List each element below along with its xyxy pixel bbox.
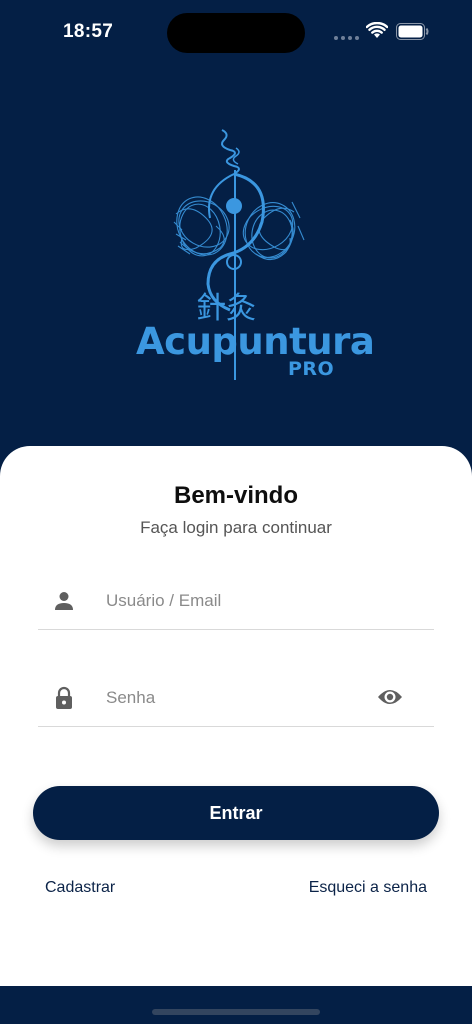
status-time: 18:57 bbox=[63, 21, 114, 42]
login-button[interactable]: Entrar bbox=[33, 786, 439, 840]
password-field bbox=[38, 669, 434, 727]
home-indicator bbox=[152, 1009, 320, 1015]
forgot-password-link[interactable]: Esqueci a senha bbox=[309, 879, 427, 897]
username-field bbox=[38, 572, 434, 630]
login-card: Bem-vindo Faça login para continuar Entr… bbox=[0, 446, 472, 986]
username-input[interactable] bbox=[106, 586, 356, 616]
page-subtitle: Faça login para continuar bbox=[140, 518, 332, 537]
battery-icon bbox=[396, 23, 429, 40]
dynamic-island bbox=[167, 13, 305, 53]
eye-icon[interactable] bbox=[376, 685, 404, 709]
brand-name: Acupuntura bbox=[136, 320, 375, 363]
register-link[interactable]: Cadastrar bbox=[45, 879, 115, 897]
cellular-signal-icon bbox=[334, 36, 359, 40]
brand-pro-label: PRO bbox=[288, 358, 335, 380]
status-bar: 18:57 bbox=[0, 0, 472, 60]
password-input[interactable] bbox=[106, 683, 356, 713]
page-title: Bem-vindo bbox=[173, 482, 298, 509]
wifi-icon bbox=[366, 22, 388, 38]
lock-icon bbox=[56, 686, 72, 709]
person-icon bbox=[55, 592, 73, 610]
